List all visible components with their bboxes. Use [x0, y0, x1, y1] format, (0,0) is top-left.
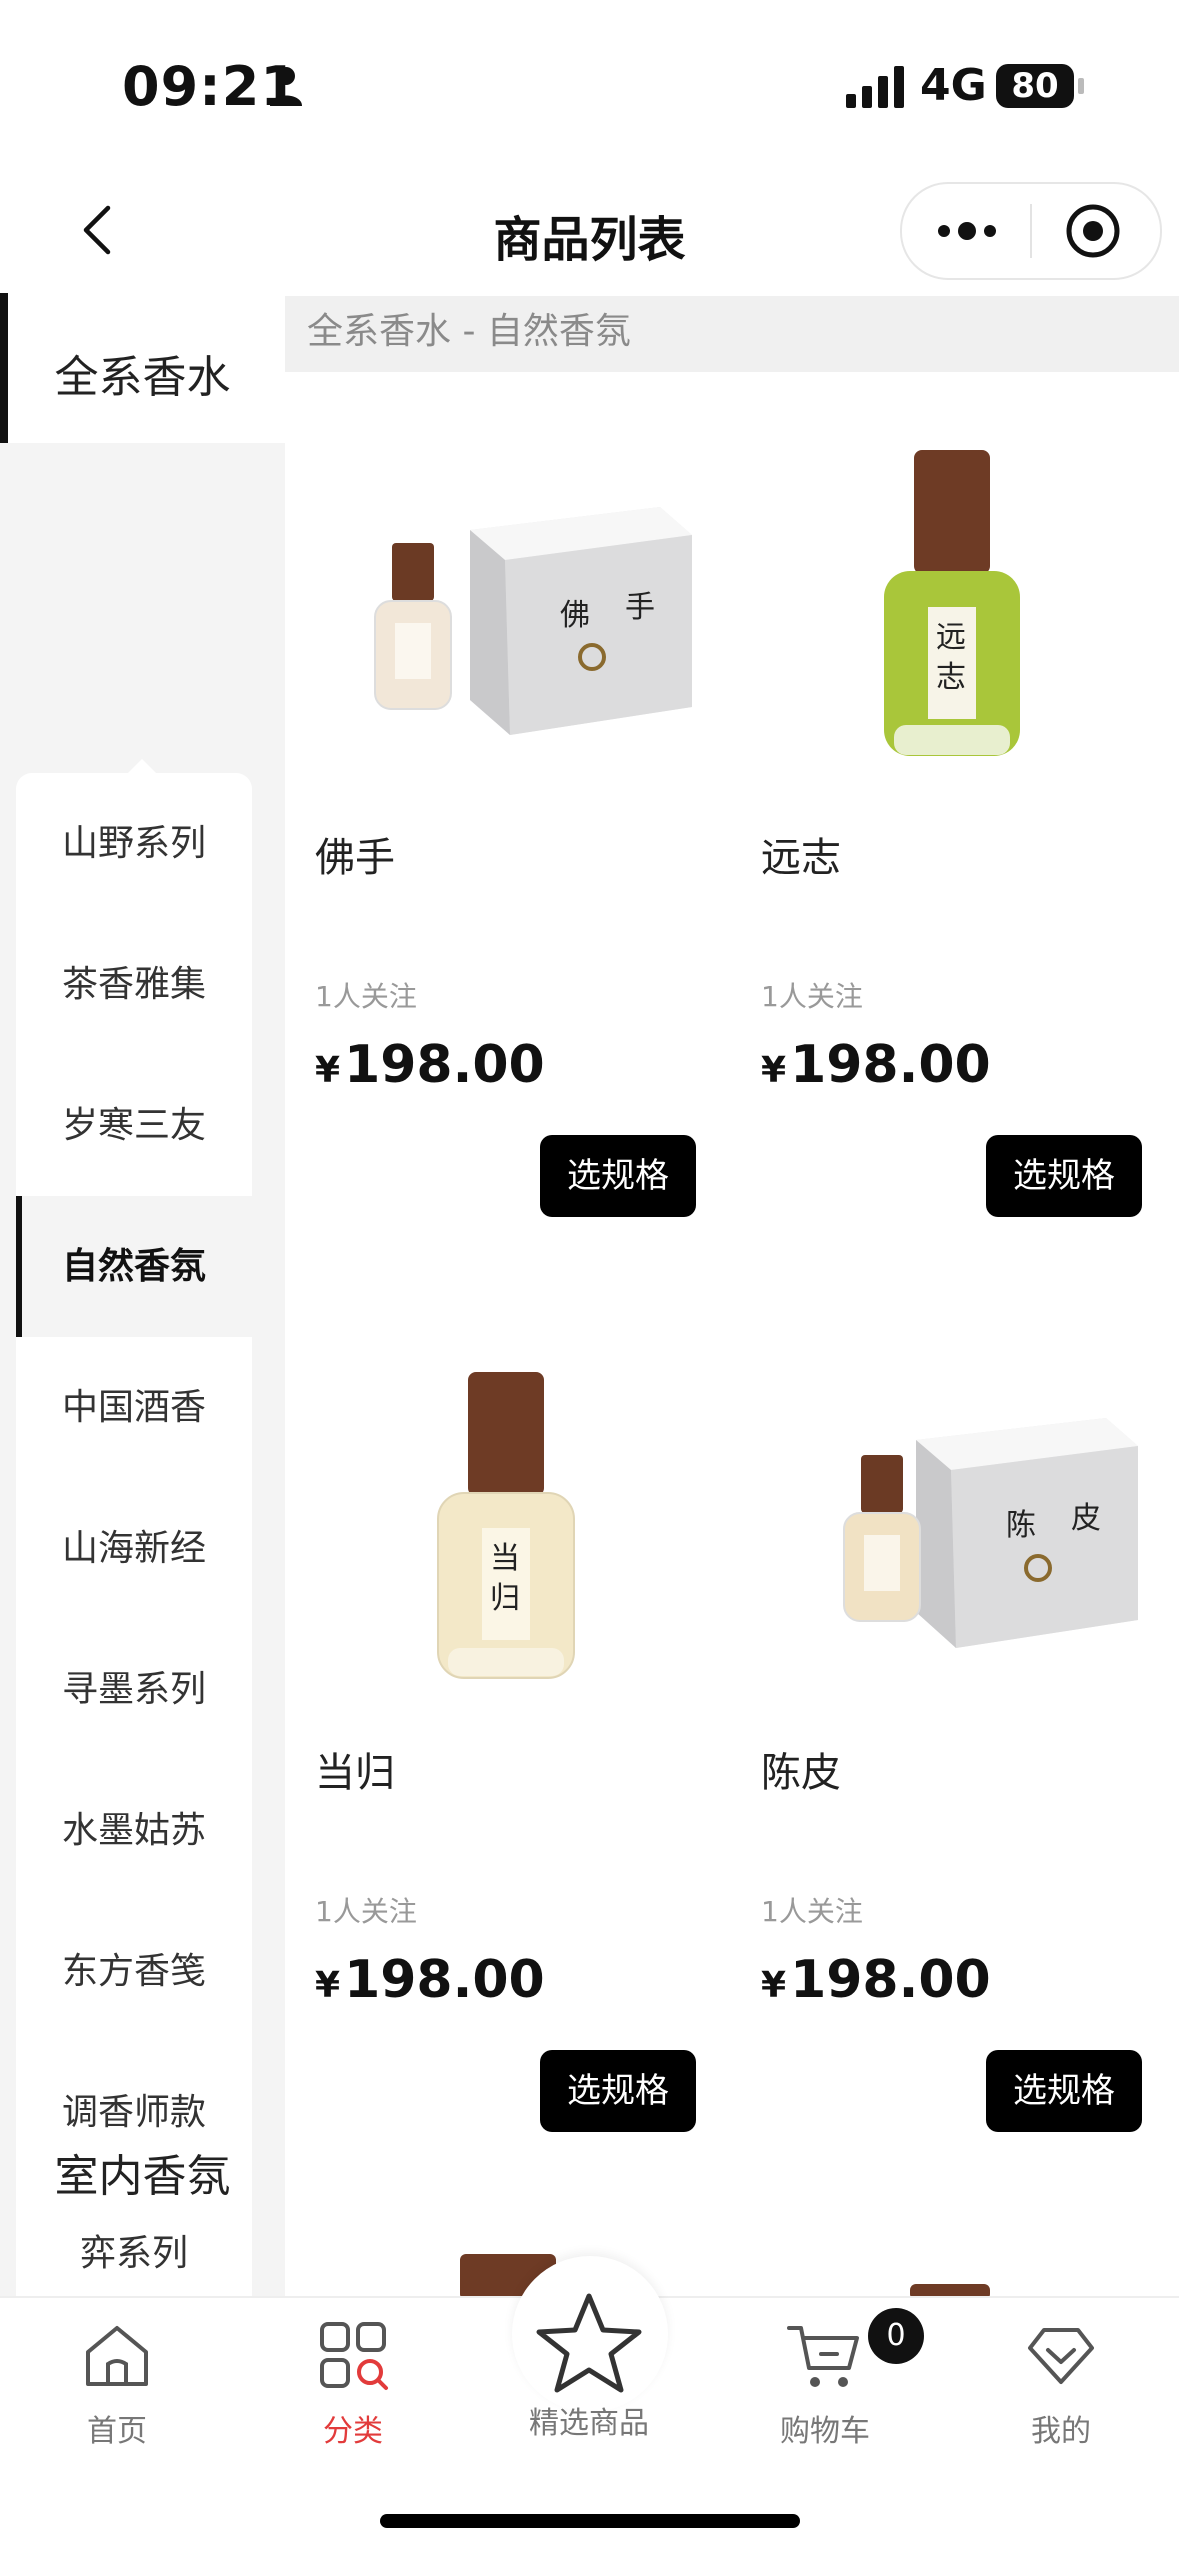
select-spec-button[interactable]: 选规格 — [540, 2050, 696, 2132]
product-price: ¥198.00 — [315, 1035, 545, 1095]
panel-notch — [128, 759, 156, 773]
product-follow-count: 1人关注 — [315, 980, 417, 1013]
product-image: 陈 皮 — [843, 1418, 1138, 1648]
currency-symbol: ¥ — [315, 1965, 341, 2006]
bottle-label-text: 远 — [936, 620, 966, 655]
product-name: 远志 — [761, 835, 841, 881]
product-follow-count: 1人关注 — [761, 980, 863, 1013]
tab-label: 我的 — [1031, 2414, 1091, 2449]
tab-home[interactable]: 首页 — [22, 2318, 212, 2468]
sidebar-category-label: 室内香氛 — [54, 2151, 231, 2202]
battery-indicator: 80 — [996, 64, 1084, 108]
person-icon — [270, 67, 302, 106]
product-follow-count: 1人关注 — [315, 1895, 417, 1928]
tab-label: 精选商品 — [529, 2406, 649, 2441]
sidebar-category-perfume[interactable]: 全系香水 — [0, 293, 285, 443]
product-card[interactable]: 远 志 远志 1人关注 ¥198.00 选规格 — [746, 395, 1166, 1265]
select-spec-button[interactable]: 选规格 — [986, 2050, 1142, 2132]
mini-program-capsule — [900, 182, 1162, 280]
category-icon — [320, 2322, 388, 2390]
product-image: 远 志 — [884, 450, 1020, 756]
home-indicator — [380, 2514, 800, 2528]
box-label-text: 皮 — [1071, 1501, 1101, 1536]
price-value: 198.00 — [790, 1035, 991, 1095]
price-value: 198.00 — [344, 1950, 545, 2010]
bottle-label-text: 归 — [490, 1581, 520, 1616]
home-icon — [86, 2326, 148, 2386]
cart-icon — [787, 2326, 859, 2387]
subcategory-item[interactable]: 中国酒香 — [16, 1337, 252, 1478]
tab-category[interactable]: 分类 — [258, 2318, 448, 2468]
price-value: 198.00 — [790, 1950, 991, 2010]
more-dots-icon[interactable] — [932, 206, 1002, 256]
product-card[interactable]: 陈 皮 陈皮 1人关注 ¥198.00 选规格 — [746, 1310, 1166, 2180]
product-price: ¥198.00 — [761, 1035, 991, 1095]
bottle-label-text: 当 — [490, 1541, 520, 1576]
product-card[interactable]: 佛 手 佛手 1人关注 ¥198.00 选规格 — [300, 395, 720, 1265]
nav-header: 商品列表 — [0, 170, 1179, 290]
box-label-text: 佛 — [560, 598, 590, 633]
product-image: 当 归 — [437, 1372, 575, 1679]
box-label-text: 手 — [625, 590, 655, 625]
product-image: 佛 手 — [374, 507, 692, 735]
product-follow-count: 1人关注 — [761, 1895, 863, 1928]
sidebar-category-label: 全系香水 — [54, 352, 231, 403]
close-target-icon[interactable] — [1064, 202, 1122, 260]
subcategory-item[interactable]: 东方香笺 — [16, 1901, 252, 2042]
select-spec-button[interactable]: 选规格 — [540, 1135, 696, 1217]
product-name: 陈皮 — [761, 1750, 841, 1796]
subcategory-item[interactable]: 水墨姑苏 — [16, 1760, 252, 1901]
subcategory-item[interactable]: 寻墨系列 — [16, 1619, 252, 1760]
product-name: 佛手 — [315, 835, 395, 881]
category-sidebar: 全系香水 山野系列 茶香雅集 岁寒三友 自然香氛 中国酒香 山海新经 寻墨系列 … — [0, 293, 285, 2321]
product-card[interactable]: 当 归 当归 1人关注 ¥198.00 选规格 — [300, 1310, 720, 2180]
select-spec-button[interactable]: 选规格 — [986, 1135, 1142, 1217]
product-name: 当归 — [315, 1750, 395, 1796]
bottle-label-text: 志 — [936, 660, 966, 695]
currency-symbol: ¥ — [761, 1965, 787, 2006]
tab-profile[interactable]: 我的 — [966, 2318, 1156, 2468]
tab-featured[interactable]: 精选商品 — [494, 2293, 684, 2468]
breadcrumb: 全系香水 - 自然香氛 — [285, 296, 1179, 372]
tab-label: 购物车 — [780, 2414, 870, 2449]
currency-symbol: ¥ — [315, 1050, 341, 1091]
status-bar: 09:21 4G 80 — [0, 0, 1179, 170]
breadcrumb-text: 全系香水 - 自然香氛 — [307, 311, 631, 352]
cart-count-badge: 0 — [868, 2308, 924, 2364]
subcategory-item[interactable]: 茶香雅集 — [16, 914, 252, 1055]
tab-label: 分类 — [323, 2414, 383, 2449]
sidebar-category-indoor[interactable]: 室内香氛 — [0, 2080, 285, 2250]
product-price: ¥198.00 — [761, 1950, 991, 2010]
subcategory-item[interactable]: 岁寒三友 — [16, 1055, 252, 1196]
currency-symbol: ¥ — [761, 1050, 787, 1091]
diamond-icon — [1028, 2328, 1094, 2384]
price-value: 198.00 — [344, 1035, 545, 1095]
subcategory-item[interactable]: 山海新经 — [16, 1478, 252, 1619]
tab-label: 首页 — [87, 2414, 147, 2449]
box-label-text: 陈 — [1006, 1508, 1036, 1543]
signal-icon — [846, 66, 904, 108]
network-type: 4G — [920, 60, 987, 111]
subcategory-item[interactable]: 山野系列 — [16, 773, 252, 914]
subcategory-item-active[interactable]: 自然香氛 — [16, 1196, 252, 1337]
star-icon — [536, 2293, 642, 2393]
capsule-divider — [1030, 204, 1032, 258]
product-price: ¥198.00 — [315, 1950, 545, 2010]
